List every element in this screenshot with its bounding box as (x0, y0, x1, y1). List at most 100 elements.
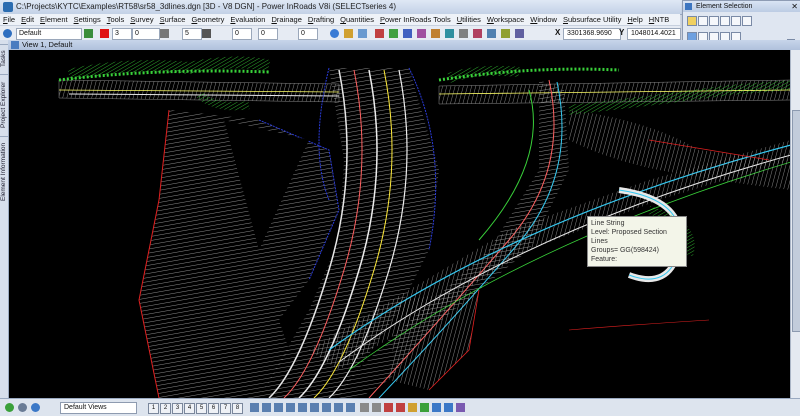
menu-item-tools[interactable]: Tools (104, 14, 128, 25)
view-attributes-icon[interactable] (360, 403, 369, 412)
view-5-button[interactable]: 5 (196, 403, 207, 414)
view-7-button[interactable]: 7 (220, 403, 231, 414)
line-mode-icon[interactable] (731, 16, 741, 26)
save-icon[interactable] (358, 29, 367, 38)
tool-h-icon[interactable] (473, 29, 482, 38)
transparency-select[interactable]: 0 (258, 28, 278, 40)
tab-project-explorer[interactable]: Project Explorer (0, 74, 8, 135)
attributes-toolbar: Default 3 0 5 0 0 0 X 3301368.9690 Y 104… (0, 25, 681, 41)
tool-k-icon[interactable] (515, 29, 524, 38)
menu-item-hntb[interactable]: HNTB (646, 14, 672, 25)
individual-mode-icon[interactable] (698, 16, 708, 26)
lighting-icon[interactable] (444, 403, 453, 412)
block-mode-icon[interactable] (709, 16, 719, 26)
zoom-in-icon[interactable] (262, 403, 271, 412)
menu-item-quantities[interactable]: Quantities (337, 14, 377, 25)
menu-item-subsurface-utility[interactable]: Subsurface Utility (560, 14, 624, 25)
menu-item-surface[interactable]: Surface (157, 14, 189, 25)
window-area-icon[interactable] (286, 403, 295, 412)
tab-element-information[interactable]: Element Information (0, 136, 8, 207)
accudraw-icon[interactable] (5, 403, 14, 412)
menu-item-settings[interactable]: Settings (71, 14, 104, 25)
active-color-swatch[interactable] (100, 29, 109, 38)
tab-tasks[interactable]: Tasks (0, 44, 8, 73)
menu-item-window[interactable]: Window (527, 14, 560, 25)
zoom-out-icon[interactable] (274, 403, 283, 412)
shape-mode-icon[interactable] (720, 16, 730, 26)
app-icon (3, 2, 13, 12)
menu-item-power-inroads-tools[interactable]: Power InRoads Tools (377, 14, 454, 25)
line-style-icon[interactable] (160, 29, 169, 38)
view-previous-icon[interactable] (334, 403, 343, 412)
priority-select[interactable]: 0 (298, 28, 318, 40)
view-next-icon[interactable] (346, 403, 355, 412)
view-1-button[interactable]: 1 (148, 403, 159, 414)
element-tooltip: Line String Level: Proposed Section Line… (587, 216, 687, 267)
tool-g-icon[interactable] (459, 29, 468, 38)
view-8-button[interactable]: 8 (232, 403, 243, 414)
walk-icon[interactable] (420, 403, 429, 412)
scrollbar-thumb[interactable] (792, 110, 800, 332)
view-6-button[interactable]: 6 (208, 403, 219, 414)
settings-icon[interactable] (18, 403, 27, 412)
selection-icon (685, 3, 692, 10)
views-select[interactable]: Default Views (60, 402, 137, 414)
level-display-icon[interactable] (84, 29, 93, 38)
saved-views-icon[interactable] (456, 403, 465, 412)
color-select[interactable]: 3 (112, 28, 132, 40)
menu-item-utilities[interactable]: Utilities (454, 14, 484, 25)
view-3-button[interactable]: 3 (172, 403, 183, 414)
menu-item-workspace[interactable]: Workspace (484, 14, 527, 25)
clip-mask-icon[interactable] (396, 403, 405, 412)
pan-view-icon[interactable] (322, 403, 331, 412)
menu-item-drafting[interactable]: Drafting (305, 14, 337, 25)
display-style-icon[interactable] (372, 403, 381, 412)
vertical-scrollbar[interactable] (790, 50, 800, 398)
weight-select[interactable]: 5 (182, 28, 202, 40)
tool-c-icon[interactable] (403, 29, 412, 38)
menu-item-help[interactable]: Help (624, 14, 645, 25)
class-select[interactable]: 0 (232, 28, 252, 40)
x-coordinate-field[interactable]: 3301368.9690 (563, 28, 621, 40)
tool-f-icon[interactable] (445, 29, 454, 38)
globe-icon[interactable] (330, 29, 339, 38)
render-icon[interactable] (432, 403, 441, 412)
view-4-button[interactable]: 4 (184, 403, 195, 414)
tool-j-icon[interactable] (501, 29, 510, 38)
y-coordinate-label: Y (619, 28, 625, 37)
side-dock: Tasks Project Explorer Element Informati… (0, 40, 9, 398)
y-coordinate-field[interactable]: 1048014.4021 (627, 28, 681, 40)
tool-i-icon[interactable] (487, 29, 496, 38)
status-bar: Default Views 1 2 3 4 5 6 7 8 (0, 398, 800, 416)
pencil-icon[interactable] (742, 16, 752, 26)
tool-b-icon[interactable] (389, 29, 398, 38)
view-title: View 1, Default (22, 40, 73, 49)
menu-item-drainage[interactable]: Drainage (268, 14, 304, 25)
tool-d-icon[interactable] (417, 29, 426, 38)
level-select[interactable]: Default (16, 28, 82, 40)
menu-item-geometry[interactable]: Geometry (188, 14, 227, 25)
menu-item-file[interactable]: File (0, 14, 18, 25)
menu-item-edit[interactable]: Edit (18, 14, 37, 25)
tool-a-icon[interactable] (375, 29, 384, 38)
menu-item-survey[interactable]: Survey (127, 14, 156, 25)
update-view-icon[interactable] (250, 403, 259, 412)
element-selection-titlebar[interactable]: Element Selection ✕ (683, 1, 800, 12)
folder-icon[interactable] (344, 29, 353, 38)
window-title: C:\Projects\KYTC\Examples\RT58\sr58_3dli… (16, 2, 396, 11)
view-2-button[interactable]: 2 (160, 403, 171, 414)
eye-icon[interactable] (3, 29, 12, 38)
menu-item-element[interactable]: Element (37, 14, 71, 25)
menu-item-evaluation[interactable]: Evaluation (227, 14, 268, 25)
weight-icon[interactable] (202, 29, 211, 38)
tool-e-icon[interactable] (431, 29, 440, 38)
camera-icon[interactable] (408, 403, 417, 412)
clip-volume-icon[interactable] (384, 403, 393, 412)
close-icon[interactable]: ✕ (791, 1, 798, 12)
select-arrow-icon[interactable] (687, 16, 697, 26)
tooltip-feature: Feature: (591, 256, 618, 263)
rotate-view-icon[interactable] (310, 403, 319, 412)
key-in-icon[interactable] (31, 403, 40, 412)
style-select[interactable]: 0 (132, 28, 160, 40)
fit-view-icon[interactable] (298, 403, 307, 412)
